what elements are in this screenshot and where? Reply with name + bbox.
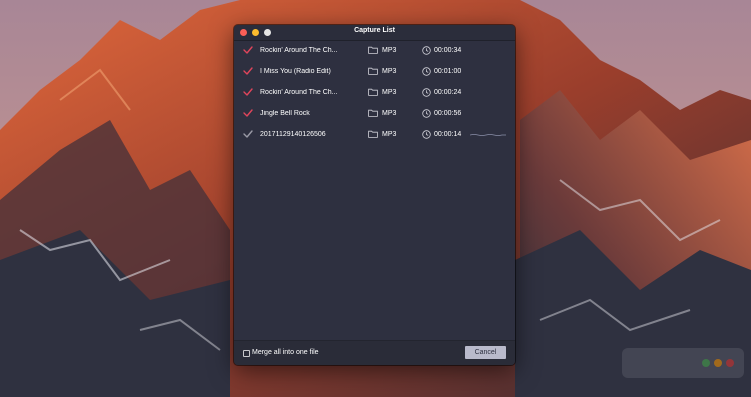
cancel-button[interactable]: Cancel bbox=[465, 346, 506, 359]
capture-list-window: Capture List Rockin' Around The Ch... MP3… bbox=[234, 25, 515, 365]
item-name: Jingle Bell Rock bbox=[260, 110, 310, 117]
item-format: MP3 bbox=[382, 131, 397, 138]
title-bar: Capture List bbox=[234, 25, 515, 41]
window-title: Capture List bbox=[354, 27, 395, 34]
item-format: MP3 bbox=[382, 47, 397, 54]
list-item[interactable]: I Miss You (Radio Edit) MP3 00:01:00 bbox=[234, 62, 515, 83]
folder-icon[interactable] bbox=[368, 46, 378, 54]
list-item[interactable]: 20171129140126506 MP3 00:00:14 bbox=[234, 125, 515, 146]
item-format: MP3 bbox=[382, 89, 397, 96]
waveform-icon bbox=[470, 134, 506, 136]
clock-icon bbox=[422, 67, 431, 76]
folder-icon[interactable] bbox=[368, 109, 378, 117]
check-icon[interactable] bbox=[243, 46, 253, 54]
check-icon[interactable] bbox=[243, 88, 253, 96]
check-icon[interactable] bbox=[243, 130, 253, 138]
item-duration: 00:00:56 bbox=[434, 110, 462, 117]
folder-icon[interactable] bbox=[368, 88, 378, 96]
folder-icon[interactable] bbox=[368, 67, 378, 75]
clock-icon bbox=[422, 130, 431, 139]
clock-icon bbox=[422, 46, 431, 55]
item-format: MP3 bbox=[382, 68, 397, 75]
item-duration: 00:00:14 bbox=[434, 131, 462, 138]
check-icon[interactable] bbox=[243, 109, 253, 117]
footer-bar: Merge all into one file Cancel bbox=[234, 340, 515, 365]
list-item[interactable]: Rockin' Around The Ch... MP3 00:00:34 bbox=[234, 41, 515, 62]
clock-icon bbox=[422, 109, 431, 118]
item-name: Rockin' Around The Ch... bbox=[260, 89, 338, 96]
item-name: Rockin' Around The Ch... bbox=[260, 47, 338, 54]
item-format: MP3 bbox=[382, 110, 397, 117]
list-item[interactable]: Rockin' Around The Ch... MP3 00:00:24 bbox=[234, 83, 515, 104]
item-name: 20171129140126506 bbox=[260, 131, 326, 138]
merge-label[interactable]: Merge all into one file bbox=[252, 349, 319, 356]
check-icon[interactable] bbox=[243, 67, 253, 75]
folder-icon[interactable] bbox=[368, 130, 378, 138]
capture-list: Rockin' Around The Ch... MP3 00:00:34 I Mis… bbox=[234, 41, 515, 146]
clock-icon bbox=[422, 88, 431, 97]
item-duration: 00:00:34 bbox=[434, 47, 462, 54]
item-duration: 00:00:24 bbox=[434, 89, 462, 96]
item-name: I Miss You (Radio Edit) bbox=[260, 68, 331, 75]
watermark-logo bbox=[622, 348, 744, 378]
list-item[interactable]: Jingle Bell Rock MP3 00:00:56 bbox=[234, 104, 515, 125]
merge-checkbox[interactable] bbox=[243, 350, 250, 357]
item-duration: 00:01:00 bbox=[434, 68, 462, 75]
